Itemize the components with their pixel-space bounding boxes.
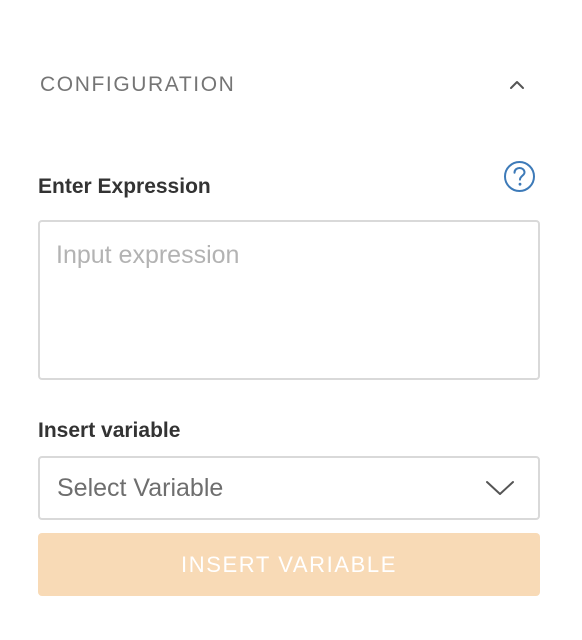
configuration-section-header[interactable]: CONFIGURATION: [40, 68, 530, 102]
variable-select[interactable]: Select Variable: [38, 456, 540, 520]
section-title: CONFIGURATION: [40, 73, 236, 96]
expression-label: Enter Expression: [38, 175, 211, 198]
variable-select-value: Select Variable: [57, 473, 224, 502]
chevron-down-icon: [484, 478, 516, 498]
variable-label: Insert variable: [38, 419, 181, 442]
help-circle-icon[interactable]: [503, 160, 536, 193]
insert-variable-button[interactable]: INSERT VARIABLE: [38, 533, 540, 596]
chevron-up-icon[interactable]: [504, 72, 530, 98]
expression-input[interactable]: [38, 220, 540, 380]
